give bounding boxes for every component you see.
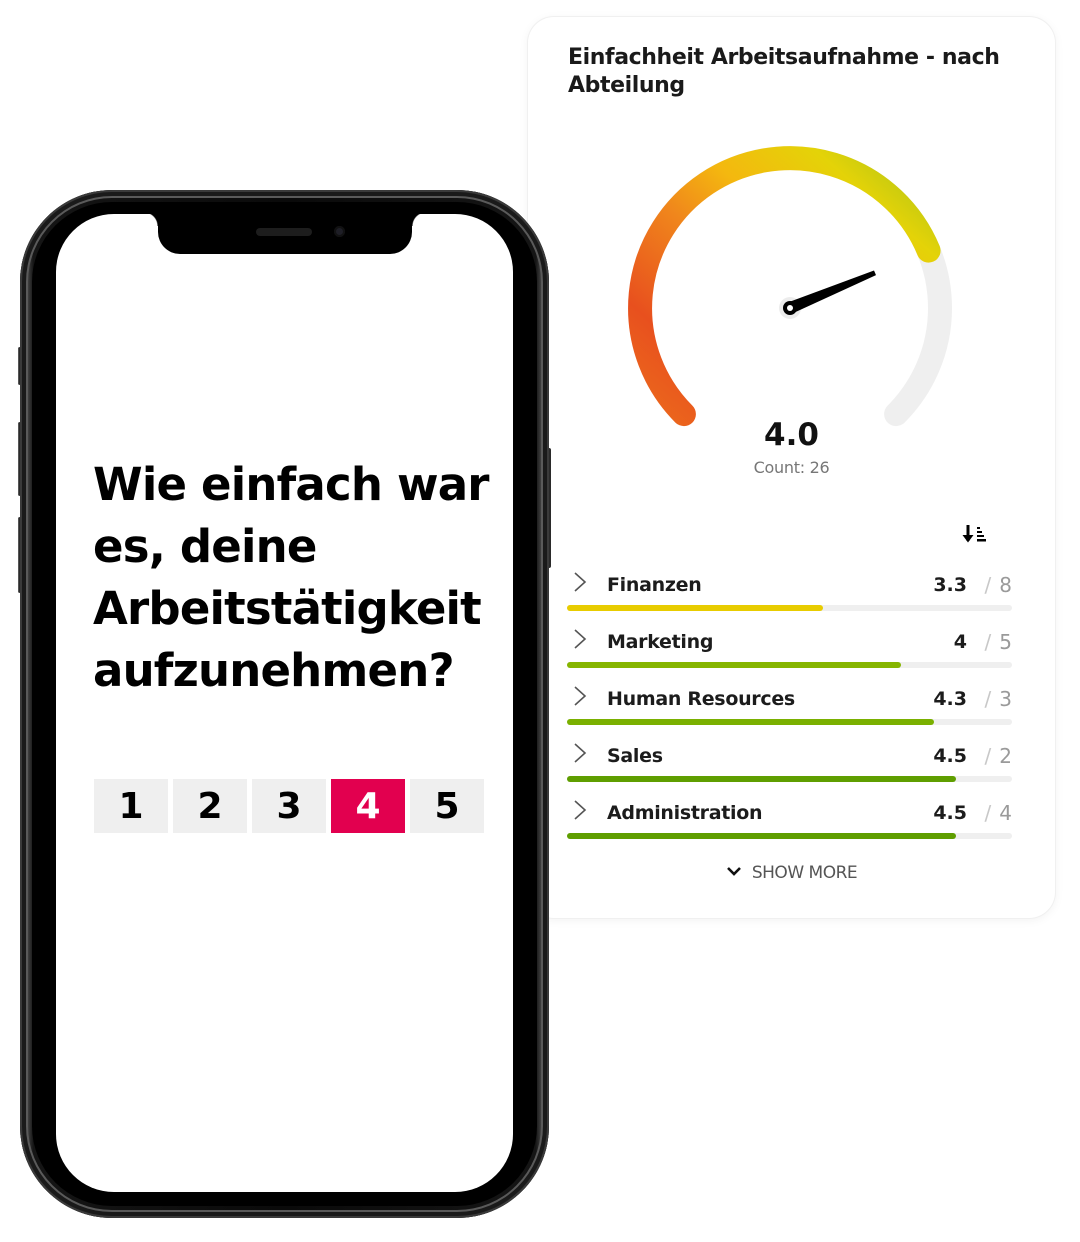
rating-option-2[interactable]: 2: [173, 779, 247, 833]
separator: /: [984, 744, 992, 768]
score-bar-track: [567, 719, 1012, 725]
score-bar-fill: [567, 662, 901, 668]
separator: /: [984, 630, 992, 654]
score-bar-track: [567, 605, 1012, 611]
department-count-value: 5: [999, 630, 1012, 654]
gauge-hub-dot: [787, 305, 793, 311]
dashboard-card: Einfachheit Arbeitsaufnahme - nach Abtei…: [528, 17, 1055, 918]
front-camera-icon: [334, 226, 345, 237]
score-bar-track: [567, 776, 1012, 782]
department-name: Marketing: [607, 631, 714, 653]
phone-notch: [144, 214, 426, 254]
department-list: Finanzen 3.3 /8 Marketing 4 /5 Human Res…: [567, 565, 1012, 850]
rating-option-5[interactable]: 5: [410, 779, 484, 833]
score-bar-fill: [567, 833, 957, 839]
department-row[interactable]: Sales 4.5 /2: [567, 736, 1012, 793]
department-row[interactable]: Marketing 4 /5: [567, 622, 1012, 679]
department-row[interactable]: Finanzen 3.3 /8: [567, 565, 1012, 622]
department-row[interactable]: Administration 4.5 /4: [567, 793, 1012, 850]
rating-option-1[interactable]: 1: [94, 779, 168, 833]
show-more-label: SHOW MORE: [751, 863, 858, 883]
department-score: 4: [953, 631, 967, 653]
department-score: 3.3: [933, 574, 967, 596]
department-count: /8: [972, 573, 1012, 597]
chevron-right-icon: [574, 629, 587, 649]
survey-question: Wie einfach war es, deine Arbeitstätigke…: [93, 458, 489, 697]
sort-descending-icon[interactable]: [961, 523, 991, 547]
gauge-value-arc: [628, 146, 941, 427]
gauge-value: 4.0: [764, 417, 819, 453]
department-score: 4.3: [933, 688, 967, 710]
chevron-right-icon: [574, 743, 587, 763]
department-name: Human Resources: [607, 688, 795, 710]
rating-scale: 1 2 3 4 5: [94, 779, 484, 833]
phone-mockup: Wie einfach war es, deine Arbeitstätigke…: [18, 190, 551, 1218]
department-count: /4: [972, 801, 1012, 825]
department-count-value: 4: [999, 801, 1012, 825]
department-count: /3: [972, 687, 1012, 711]
phone-screen: Wie einfach war es, deine Arbeitstätigke…: [56, 214, 513, 1192]
separator: /: [984, 573, 992, 597]
department-count: /5: [972, 630, 1012, 654]
rating-option-4[interactable]: 4: [331, 779, 405, 833]
score-bar-fill: [567, 776, 957, 782]
department-name: Administration: [607, 802, 763, 824]
chevron-right-icon: [574, 686, 587, 706]
gauge-count: Count: 26: [753, 458, 830, 477]
department-name: Sales: [607, 745, 663, 767]
chevron-right-icon: [574, 572, 587, 592]
score-bar-fill: [567, 719, 935, 725]
department-score: 4.5: [933, 745, 967, 767]
speaker-grille: [256, 228, 312, 236]
department-count-value: 3: [999, 687, 1012, 711]
separator: /: [984, 801, 992, 825]
department-score: 4.5: [933, 802, 967, 824]
chevron-right-icon: [574, 800, 587, 820]
department-count-value: 2: [999, 744, 1012, 768]
score-bar-fill: [567, 605, 823, 611]
chevron-down-icon: [726, 867, 741, 876]
score-bar-track: [567, 833, 1012, 839]
separator: /: [984, 687, 992, 711]
department-count: /2: [972, 744, 1012, 768]
department-count-value: 8: [999, 573, 1012, 597]
rating-option-3[interactable]: 3: [252, 779, 326, 833]
show-more-button[interactable]: SHOW MORE: [528, 863, 1055, 883]
department-name: Finanzen: [607, 574, 702, 596]
department-row[interactable]: Human Resources 4.3 /3: [567, 679, 1012, 736]
score-bar-track: [567, 662, 1012, 668]
gauge-needle: [787, 270, 876, 314]
